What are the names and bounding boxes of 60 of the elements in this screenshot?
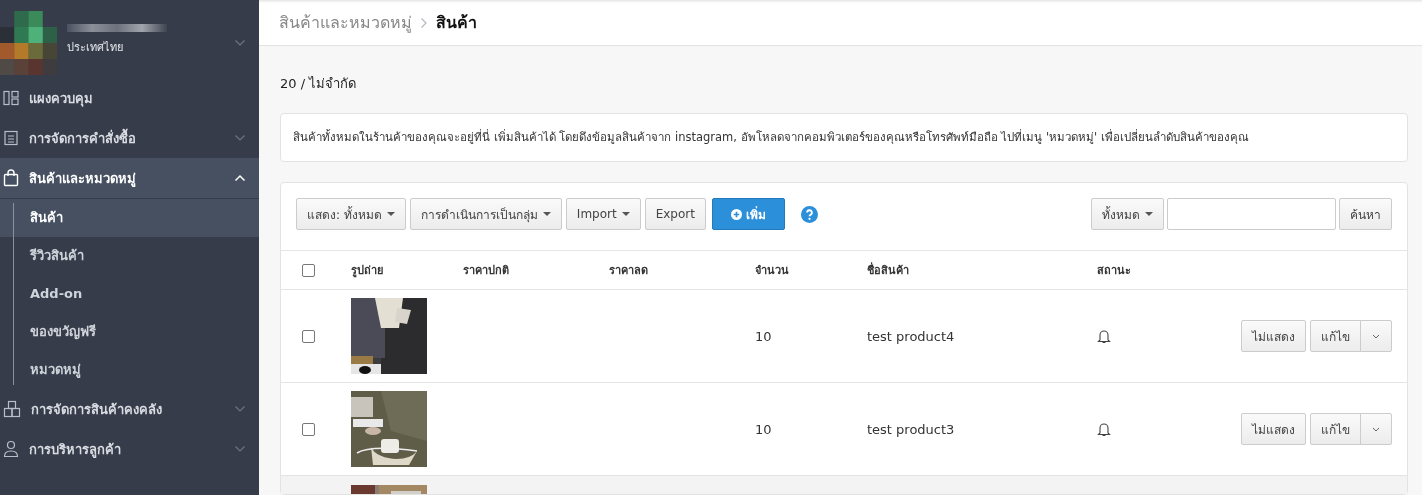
column-header: ราคาปกติ bbox=[463, 263, 510, 279]
chevron-down-icon bbox=[234, 39, 246, 47]
hide-button[interactable]: ไม่แสดง bbox=[1241, 320, 1306, 352]
breadcrumb-link[interactable]: สินค้าและหมวดหมู่ bbox=[279, 10, 412, 36]
sidebar-subitem[interactable]: รีวิวสินค้า bbox=[0, 237, 259, 275]
caret-icon bbox=[621, 212, 630, 216]
person-icon bbox=[3, 440, 19, 458]
chevron-down-icon bbox=[234, 445, 246, 453]
sidebar-subitem[interactable]: Add-on bbox=[0, 275, 259, 313]
caret-icon bbox=[386, 212, 395, 216]
product-name-cell-text: test product3 bbox=[867, 421, 956, 437]
bell-icon bbox=[1097, 421, 1111, 437]
sidebar-subitem[interactable]: ของขวัญฟรี bbox=[0, 313, 259, 351]
edit-button[interactable]: แก้ไข bbox=[1310, 413, 1361, 445]
dashboard-icon bbox=[3, 90, 19, 106]
sidebar-item[interactable]: สินค้าและหมวดหมู่ bbox=[0, 158, 259, 198]
chevron-up-icon bbox=[234, 174, 246, 182]
dropdown-button[interactable]: แสดง: ทั้งหมด bbox=[296, 198, 406, 230]
column-header: ราคาลด bbox=[609, 263, 649, 279]
document-icon bbox=[3, 130, 19, 146]
chevron-down-icon bbox=[234, 405, 246, 413]
chevron-down-icon bbox=[234, 134, 246, 142]
row-checkbox[interactable] bbox=[302, 422, 315, 436]
filter-dropdown[interactable]: ทั้งหมด bbox=[1091, 198, 1164, 230]
column-header: จำนวน bbox=[755, 263, 790, 279]
search-button[interactable]: ค้นหา bbox=[1339, 198, 1392, 230]
sidebar-item[interactable]: การบริหารลูกค้า bbox=[0, 429, 259, 469]
store-country: ประเทศไทย bbox=[67, 40, 124, 56]
export-button[interactable]: Export bbox=[644, 198, 706, 230]
column-header: สถานะ bbox=[1097, 263, 1132, 279]
boxes-icon bbox=[3, 400, 21, 418]
plus-circle-icon bbox=[730, 208, 742, 220]
dropdown-button[interactable]: Import bbox=[565, 198, 641, 230]
row-checkbox[interactable] bbox=[302, 329, 315, 343]
info-message: สินค้าทั้งหมดในร้านค้าของคุณจะอยู่ที่นี่ เพิ่มสินค้าได้ โดยดึงข้อมูลสินค้าจาก instagram, อัพโหลดจากคอมพิวเตอร์ของคุณหรือโทรศัพท์มือถือ ไปที่เมนู 'หมวดหมู่' เพื่อเปลี่ยนลำดับสินค้าของคุณ bbox=[280, 113, 1408, 162]
chevron-down-icon bbox=[1372, 426, 1380, 432]
breadcrumb-link[interactable]: สินค้า bbox=[436, 10, 477, 36]
sidebar-subitem[interactable]: หมวดหมู่ bbox=[0, 351, 259, 389]
sidebar-item[interactable]: การจัดการคำสั่งซื้อ bbox=[0, 118, 259, 158]
chevron-down-icon bbox=[1372, 333, 1380, 339]
edit-button[interactable]: แก้ไข bbox=[1310, 320, 1361, 352]
column-header: รูปถ่าย bbox=[351, 263, 384, 279]
hide-button[interactable]: ไม่แสดง bbox=[1241, 413, 1306, 445]
sidebar-item[interactable]: แผงควบคุม bbox=[0, 78, 259, 118]
help-icon[interactable] bbox=[800, 205, 818, 223]
caret-icon bbox=[542, 212, 551, 216]
quota-text: 20 / ไม่จำกัด bbox=[280, 75, 358, 94]
search-field[interactable] bbox=[1167, 198, 1336, 230]
select-all-checkbox[interactable] bbox=[302, 263, 315, 277]
product-name-cell-text: test product4 bbox=[867, 328, 956, 344]
breadcrumb-separator-icon bbox=[420, 16, 428, 29]
shopping-bag-icon bbox=[3, 169, 19, 187]
sidebar-subitem[interactable]: สินค้า bbox=[0, 199, 259, 237]
bell-icon bbox=[1097, 328, 1111, 344]
caret-icon bbox=[1145, 212, 1153, 216]
dropdown-button[interactable]: การดำเนินการเป็นกลุ่ม bbox=[409, 198, 562, 230]
quantity-cell-text: 10 bbox=[755, 328, 773, 344]
column-header: ชื่อสินค้า bbox=[867, 261, 910, 279]
quantity-cell-text: 10 bbox=[755, 421, 773, 437]
sidebar-item[interactable]: การจัดการสินค้าคงคลัง bbox=[0, 389, 259, 429]
